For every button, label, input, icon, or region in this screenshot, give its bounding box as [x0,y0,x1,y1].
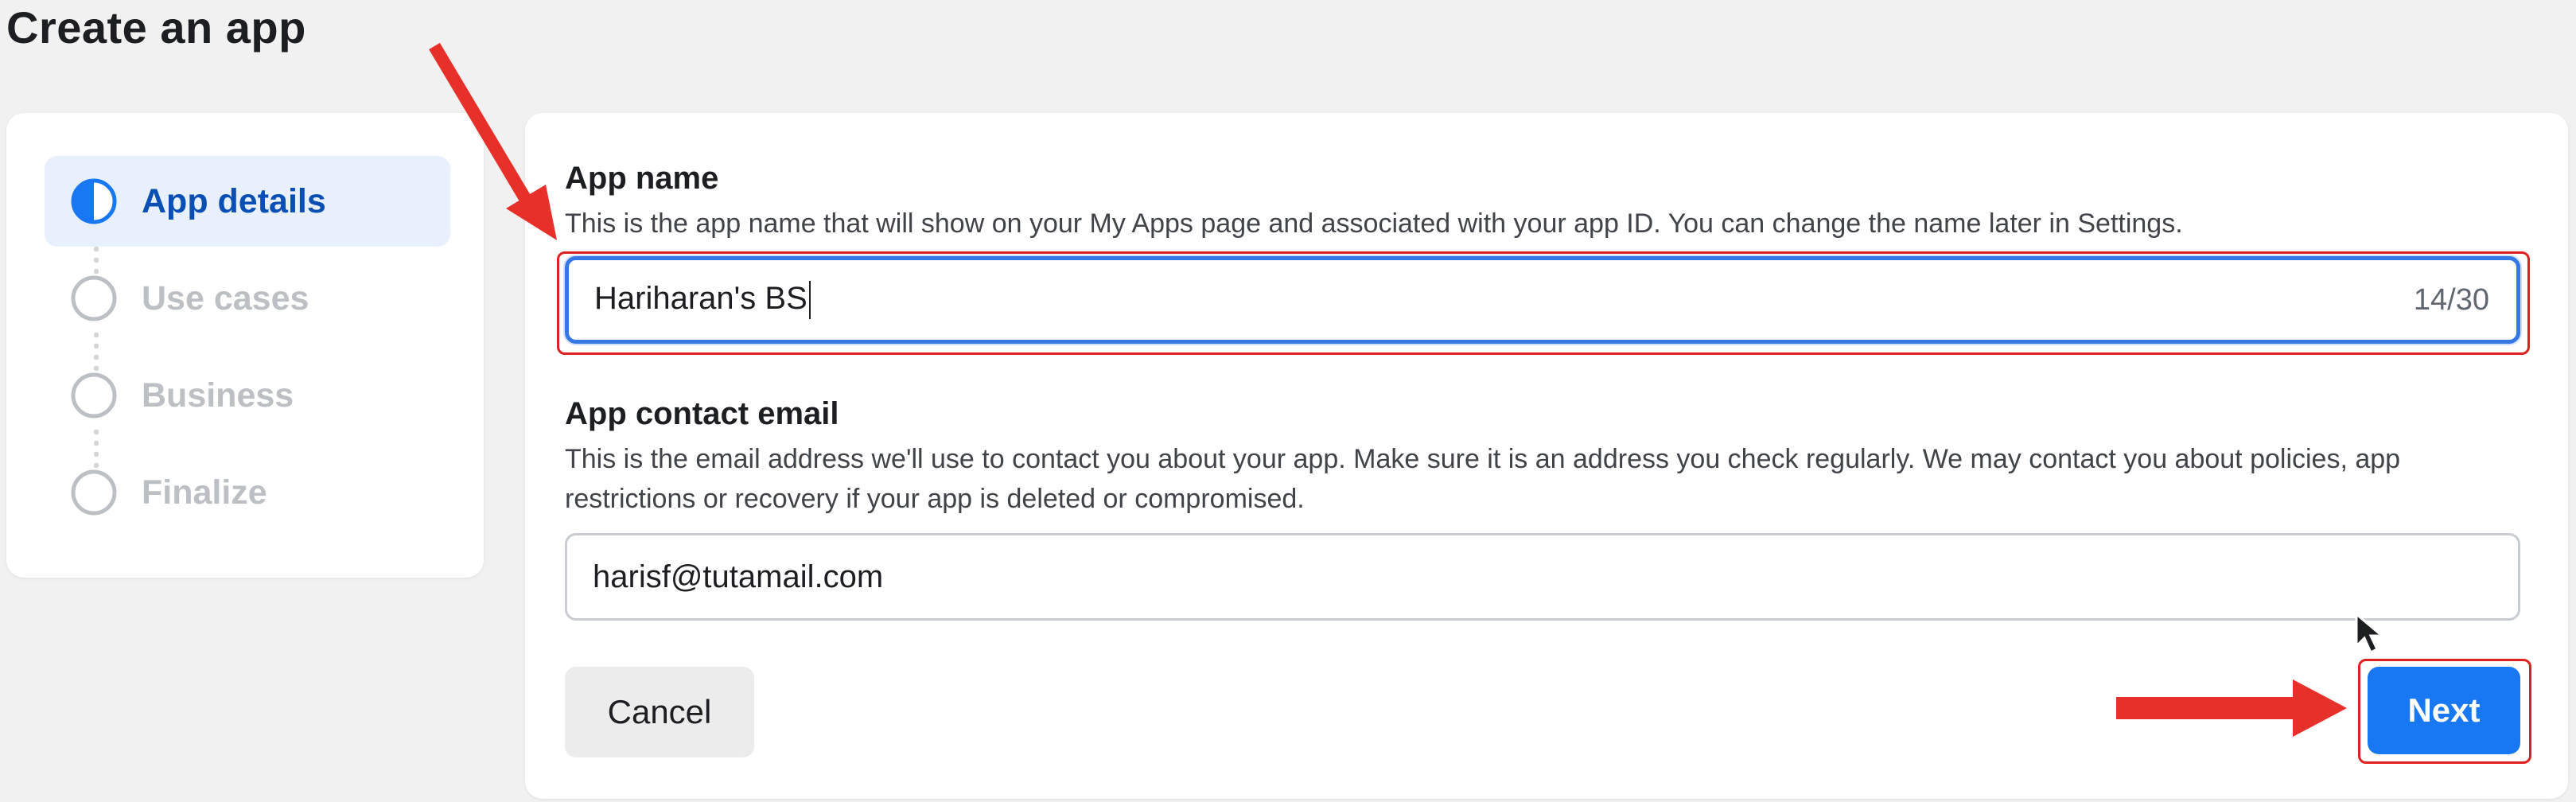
step-business[interactable]: Business [45,350,450,441]
next-button-highlight-box [2358,659,2531,764]
contact-email-value: harisf@tutamail.com [593,559,884,594]
empty-circle-icon [71,372,117,419]
stepper-card: App details Use cases Business Finalize [6,113,484,578]
contact-email-input[interactable]: harisf@tutamail.com [565,533,2520,621]
form-card: App name This is the app name that will … [525,113,2568,799]
empty-circle-icon [71,469,117,516]
half-circle-progress-icon [71,178,117,224]
app-name-title: App name [565,161,719,196]
contact-email-title: App contact email [565,396,839,431]
step-label: App details [142,181,326,220]
step-finalize[interactable]: Finalize [45,447,450,538]
step-label: Business [142,376,294,415]
cancel-button[interactable]: Cancel [565,667,754,757]
step-label: Finalize [142,473,267,512]
app-name-description: This is the app name that will show on y… [565,208,2183,239]
app-name-highlight-box [557,251,2530,355]
contact-email-description: This is the email address we'll use to c… [565,444,2401,514]
empty-circle-icon [71,275,117,321]
page-title: Create an app [6,2,306,53]
step-use-cases[interactable]: Use cases [45,253,450,344]
step-app-details[interactable]: App details [45,156,450,247]
step-label: Use cases [142,278,309,317]
